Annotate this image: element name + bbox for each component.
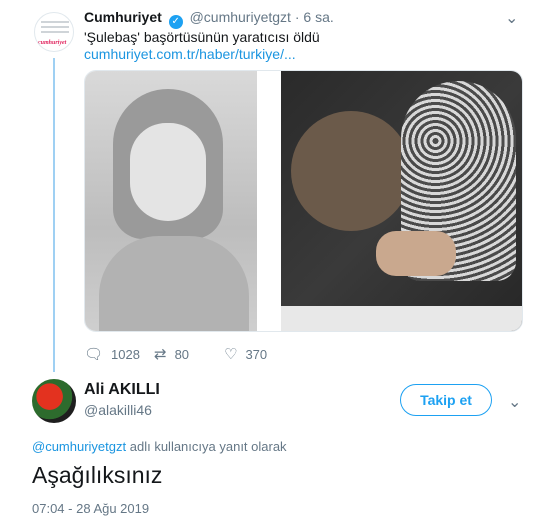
reply-author-avatar[interactable] <box>32 379 76 423</box>
reply-count: 1028 <box>111 347 140 362</box>
like-action[interactable]: ♡ 370 <box>224 345 267 363</box>
torn-paper-divider <box>257 71 281 331</box>
tweet-media-image[interactable] <box>84 70 523 332</box>
like-count: 370 <box>245 347 268 362</box>
quoted-tweet-header: Cumhuriyet ✓ @cumhuriyetgzt · 6 sa. <box>84 9 334 29</box>
avatar-logo-text: cumhuriyet <box>38 40 67 46</box>
replying-suffix: adlı kullanıcıya yanıt olarak <box>129 439 287 454</box>
chevron-down-icon[interactable]: ⌄ <box>508 392 521 412</box>
quoted-tweet-time[interactable]: 6 sa. <box>303 9 333 25</box>
quoted-tweet-text: 'Şulebaş' başörtüsünün yaratıcısı öldü <box>84 29 320 45</box>
quoted-author-handle[interactable]: @cumhuriyetgzt <box>190 9 291 25</box>
reply-icon: 🗨 <box>84 346 104 363</box>
cumhuriyet-avatar[interactable]: cumhuriyet <box>34 12 74 52</box>
replying-mention-link[interactable]: @cumhuriyetgzt <box>32 439 126 454</box>
portrait-photo <box>85 71 263 331</box>
newspaper-lines-icon <box>41 21 69 36</box>
reply-tweet-text: Aşağılıksınız <box>32 462 163 488</box>
quoted-author-name[interactable]: Cumhuriyet <box>84 9 162 25</box>
reply-author-handle[interactable]: @alakilli46 <box>84 402 152 418</box>
event-photo <box>281 71 522 331</box>
separator-dot: · <box>294 9 300 25</box>
thread-connector-line <box>53 58 55 372</box>
retweet-count: 80 <box>174 347 190 362</box>
replying-to-line: @cumhuriyetgzt adlı kullanıcıya yanıt ol… <box>32 439 287 454</box>
retweet-action[interactable]: ⇄ 80 <box>154 345 189 363</box>
reply-timestamp[interactable]: 07:04 - 28 Ağu 2019 <box>32 501 149 516</box>
retweet-icon: ⇄ <box>154 346 167 363</box>
chevron-down-icon[interactable]: ⌄ <box>505 8 518 28</box>
follow-button[interactable]: Takip et <box>400 384 492 416</box>
verified-badge-icon: ✓ <box>168 15 183 29</box>
reply-action[interactable]: 🗨 1028 <box>84 345 140 363</box>
quoted-tweet-link[interactable]: cumhuriyet.com.tr/haber/turkiye/... <box>84 46 296 62</box>
heart-icon: ♡ <box>224 346 238 363</box>
reply-author-name[interactable]: Ali AKILLI <box>84 381 160 399</box>
